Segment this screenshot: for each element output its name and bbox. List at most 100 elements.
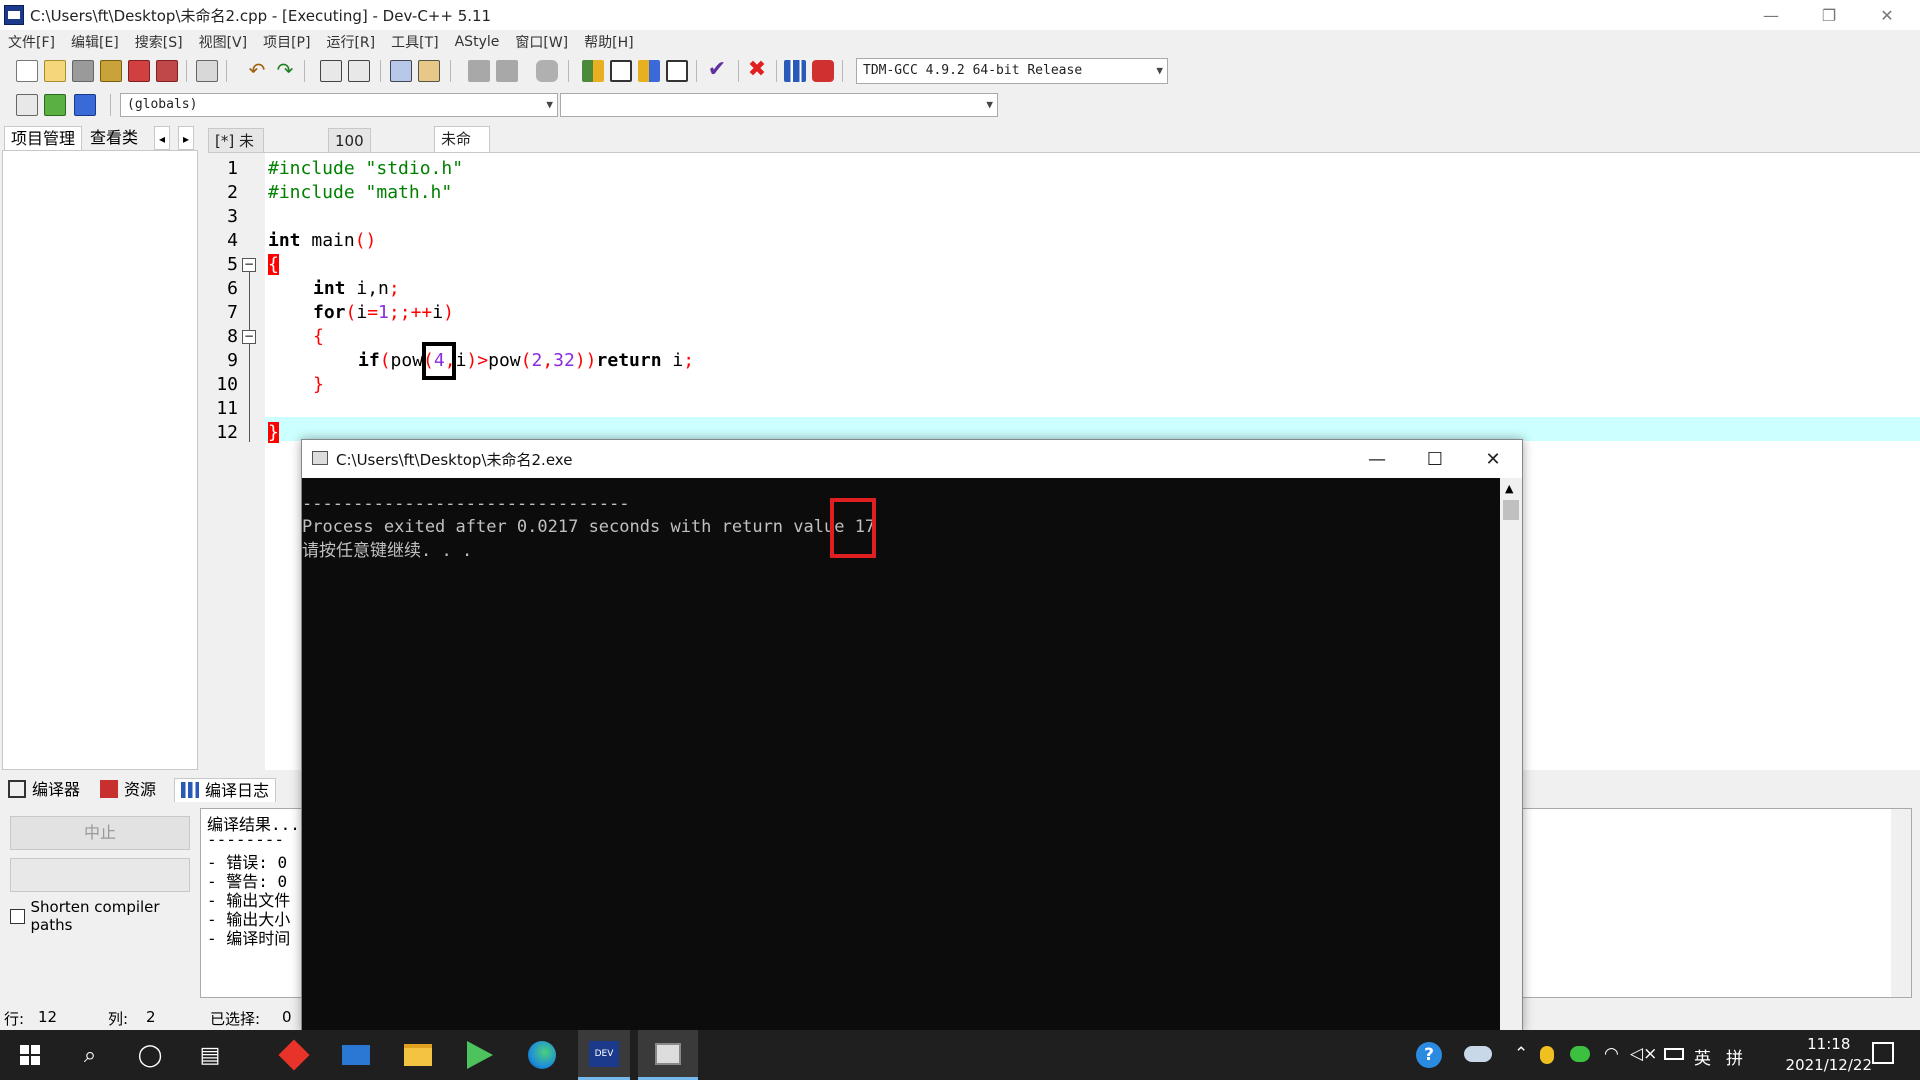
menu-astyle[interactable]: AStyle: [455, 34, 500, 50]
console-scrollbar[interactable]: ▲: [1500, 478, 1522, 1034]
grid-icon[interactable]: [666, 60, 688, 82]
log-scrollbar[interactable]: [1891, 809, 1911, 997]
find-icon[interactable]: [320, 60, 342, 82]
bookmark-next-icon[interactable]: [496, 60, 518, 82]
cortana-icon[interactable]: ◯: [124, 1030, 176, 1080]
project-tree[interactable]: [2, 150, 198, 770]
ime-mode[interactable]: 拼: [1726, 1044, 1743, 1069]
minimize-button[interactable]: —: [1742, 0, 1800, 30]
clock[interactable]: 11:18 2021/12/22: [1786, 1034, 1872, 1076]
toolbar-separator: [842, 60, 843, 82]
window-icon[interactable]: [610, 60, 632, 82]
volume-muted-icon[interactable]: ◁×: [1630, 1044, 1657, 1064]
tab-unnamed1[interactable]: [*] 未命名1.cpp: [208, 128, 264, 198]
tab-resources[interactable]: 资源: [100, 778, 156, 802]
onedrive-icon[interactable]: [1464, 1046, 1492, 1062]
menu-run[interactable]: 运行[R]: [326, 32, 375, 52]
code-token: ,: [542, 350, 554, 371]
console-window[interactable]: C:\Users\ft\Desktop\未命名2.exe — ☐ ✕ -----…: [301, 439, 1523, 1034]
console-maximize-button[interactable]: ☐: [1406, 440, 1464, 478]
menu-tools[interactable]: 工具[T]: [391, 32, 438, 52]
task-view-icon[interactable]: ▤: [184, 1030, 236, 1080]
line-number: 8: [227, 326, 238, 347]
code-token: i: [455, 350, 467, 371]
goto-icon[interactable]: [536, 60, 558, 82]
stop-execution-icon[interactable]: ✖: [746, 59, 768, 82]
scroll-thumb[interactable]: [1503, 500, 1519, 520]
file-explorer-icon[interactable]: [392, 1030, 444, 1080]
menu-help[interactable]: 帮助[H]: [584, 32, 633, 52]
toggle-icon[interactable]: [44, 94, 66, 116]
app-diamond-icon[interactable]: [268, 1030, 320, 1080]
bookmark-prev-icon[interactable]: [468, 60, 490, 82]
symbol-select[interactable]: ▼: [560, 93, 998, 117]
tab-compiler[interactable]: 编译器: [8, 778, 80, 802]
save-all-icon[interactable]: [100, 60, 122, 82]
tab-scroll-right[interactable]: ▸: [178, 126, 195, 150]
menu-search[interactable]: 搜索[S]: [135, 32, 183, 52]
menu-view[interactable]: 视图[V]: [199, 32, 248, 52]
tab-scroll-left[interactable]: ◂: [154, 126, 171, 150]
replace-icon[interactable]: [348, 60, 370, 82]
indent-icon[interactable]: [390, 60, 412, 82]
scroll-up-icon[interactable]: ▲: [1505, 482, 1513, 495]
edge-browser-icon[interactable]: [516, 1030, 568, 1080]
redo-icon[interactable]: ↷: [274, 60, 296, 82]
menu-window[interactable]: 窗口[W]: [515, 32, 568, 52]
console-title: C:\Users\ft\Desktop\未命名2.exe: [336, 451, 573, 469]
mail-icon[interactable]: [330, 1030, 382, 1080]
menu-project[interactable]: 项目[P]: [263, 32, 310, 52]
open-file-icon[interactable]: [44, 60, 66, 82]
new-file-icon[interactable]: [16, 60, 38, 82]
console-close-button[interactable]: ✕: [1464, 440, 1522, 478]
devcpp-taskbar-icon[interactable]: DEV: [578, 1030, 630, 1080]
shorten-paths-option[interactable]: Shorten compiler paths: [10, 898, 200, 934]
undo-icon[interactable]: ↶: [246, 60, 268, 82]
close-file-icon[interactable]: [128, 60, 150, 82]
tab-unnamed2[interactable]: 未命名2.cpp: [434, 126, 490, 196]
debug-icon[interactable]: [812, 60, 834, 82]
help-icon[interactable]: ?: [1416, 1042, 1442, 1068]
scope-select[interactable]: (globals) ▼: [120, 93, 558, 117]
check-syntax-icon[interactable]: ✔: [706, 59, 728, 82]
close-all-icon[interactable]: [156, 60, 178, 82]
ime-language[interactable]: 英: [1694, 1044, 1711, 1069]
abort-button[interactable]: 中止: [10, 816, 190, 850]
menu-file[interactable]: 文件[F]: [8, 32, 55, 52]
project-options-icon[interactable]: [638, 60, 660, 82]
console-title-bar[interactable]: C:\Users\ft\Desktop\未命名2.exe — ☐ ✕: [302, 440, 1522, 478]
console-output[interactable]: -------------------------------- Process…: [302, 478, 1500, 1034]
col-label: 列:: [108, 1010, 129, 1028]
shorten-paths-checkbox[interactable]: [10, 908, 25, 924]
save-icon[interactable]: [72, 60, 94, 82]
unindent-icon[interactable]: [418, 60, 440, 82]
tab-classes[interactable]: 查看类: [84, 126, 144, 150]
media-player-icon[interactable]: [454, 1030, 506, 1080]
menu-edit[interactable]: 编辑[E]: [71, 32, 119, 52]
print-icon[interactable]: [196, 60, 218, 82]
battery-icon[interactable]: [1664, 1048, 1684, 1060]
chevron-up-icon[interactable]: ⌃: [1514, 1044, 1528, 1064]
notification-icon[interactable]: [1872, 1042, 1894, 1064]
wifi-icon[interactable]: ◠: [1604, 1044, 1619, 1064]
tab-project[interactable]: 项目管理: [4, 126, 83, 150]
restore-button[interactable]: ❐: [1800, 0, 1858, 30]
close-button[interactable]: ✕: [1858, 0, 1916, 30]
qq-icon[interactable]: [1540, 1046, 1554, 1064]
console-minimize-button[interactable]: —: [1348, 440, 1406, 478]
goto-line-icon[interactable]: [74, 94, 96, 116]
start-button[interactable]: [4, 1030, 56, 1080]
selection-label: 已选择:: [210, 1010, 261, 1028]
console-taskbar-icon[interactable]: [638, 1030, 698, 1080]
compiler-select[interactable]: TDM-GCC 4.9.2 64-bit Release ▼: [856, 58, 1168, 84]
wechat-icon[interactable]: [1570, 1046, 1590, 1062]
insert-icon[interactable]: [16, 94, 38, 116]
profile-icon[interactable]: [784, 60, 806, 82]
search-icon[interactable]: ⌕: [64, 1030, 116, 1080]
fold-toggle-icon[interactable]: −: [242, 330, 256, 344]
tab-100-examples[interactable]: 100例入门1.c: [328, 128, 371, 246]
toolbar-separator: [776, 60, 777, 82]
new-project-icon[interactable]: [582, 60, 604, 82]
tab-compile-log[interactable]: 编译日志: [174, 778, 277, 802]
fold-toggle-icon[interactable]: −: [242, 258, 256, 272]
